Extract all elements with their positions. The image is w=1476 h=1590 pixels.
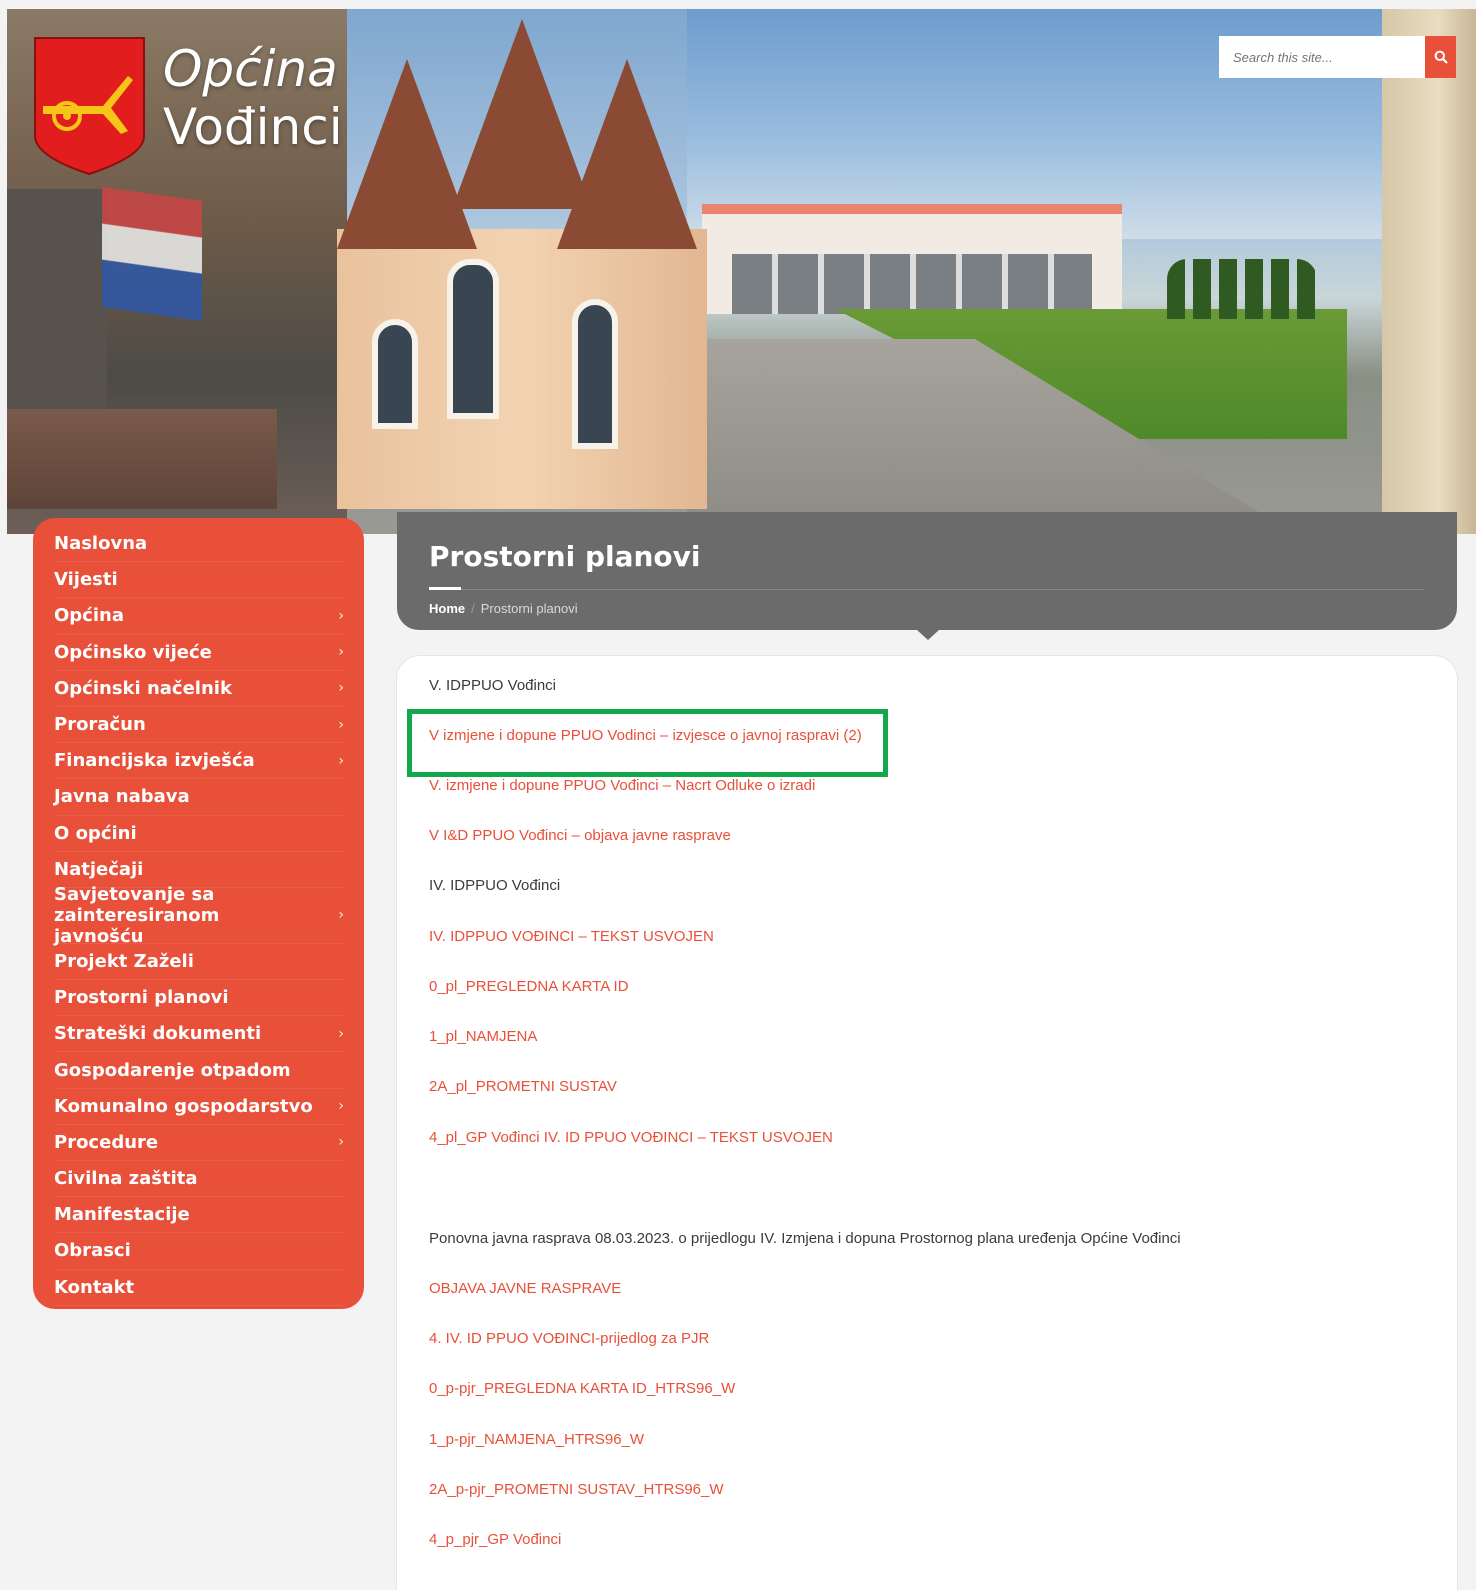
chevron-right-icon: › <box>338 644 344 661</box>
document-link[interactable]: V I&D PPUO Vođinci – objava javne raspra… <box>429 826 731 846</box>
sidebar-item-label: Natječaji <box>54 858 144 880</box>
chevron-right-icon: › <box>338 1098 344 1115</box>
sidebar-item-label: Manifestacije <box>54 1204 190 1226</box>
sidebar-item-komunalno-gospodarstvo[interactable]: Komunalno gospodarstvo › <box>54 1089 344 1125</box>
breadcrumb: Home / Prostorni planovi <box>429 601 578 616</box>
chevron-right-icon: › <box>338 680 344 697</box>
sidebar-item-obrasci[interactable]: Obrasci <box>54 1233 344 1270</box>
content-panel: V. IDPPUO Vođinci V izmjene i dopune PPUO… <box>396 655 1458 1590</box>
document-link[interactable]: 0_pl_PREGLEDNA KARTA ID <box>429 977 629 997</box>
document-link[interactable]: 2A_pl_PROMETNI SUSTAV <box>429 1077 617 1097</box>
sidebar-item-label: Javna nabava <box>54 786 190 808</box>
sidebar-item-manifestacije[interactable]: Manifestacije <box>54 1197 344 1234</box>
sidebar-item-strateski-dokumenti[interactable]: Strateški dokumenti › <box>54 1016 344 1053</box>
sidebar-item-natjecaji[interactable]: Natječaji <box>54 852 344 888</box>
search-button[interactable] <box>1425 36 1456 78</box>
sidebar-item-label: Obrasci <box>54 1240 131 1262</box>
sidebar-item-civilna-zastita[interactable]: Civilna zaštita <box>54 1161 344 1198</box>
sidebar-item-o-opcini[interactable]: O općini <box>54 816 344 852</box>
section-heading: Ponovna javna rasprava 08.03.2023. o pri… <box>429 1230 1181 1247</box>
sidebar-item-savjetovanje-sa-zainteresiranom-javnoscu[interactable]: Savjetovanje sa zainteresiranom javnošću… <box>54 884 344 947</box>
sidebar-item-label: Prostorni planovi <box>54 987 229 1009</box>
search-input[interactable] <box>1219 36 1425 78</box>
sidebar-item-kontakt[interactable]: Kontakt <box>54 1270 344 1306</box>
sidebar-item-label: Savjetovanje sa zainteresiranom javnošću <box>54 883 220 947</box>
chevron-right-icon: › <box>338 906 344 923</box>
sidebar-item-label: Općina <box>54 605 124 627</box>
document-link[interactable]: 1_pl_NAMJENA <box>429 1027 537 1047</box>
breadcrumb-separator: / <box>471 601 475 616</box>
section-heading: V. IDPPUO Vođinci <box>429 677 557 694</box>
sidebar-item-label: O općini <box>54 822 137 844</box>
sidebar-item-label: Strateški dokumenti <box>54 1023 262 1045</box>
sidebar-item-label: Civilna zaštita <box>54 1168 198 1190</box>
sidebar-item-naslovna[interactable]: Naslovna <box>54 526 344 563</box>
sidebar-item-gospodarenje-otpadom[interactable]: Gospodarenje otpadom <box>54 1052 344 1089</box>
page-title: Prostorni planovi <box>429 540 701 573</box>
sidebar-item-opcinski-nacelnik[interactable]: Općinski načelnik › <box>54 671 344 707</box>
sidebar-item-financijska-izvjesca[interactable]: Financijska izvješća › <box>54 743 344 780</box>
sidebar-menu: Naslovna Vijesti Općina › Općinsko vijeće › Op… <box>33 518 364 1309</box>
chevron-right-icon: › <box>338 1025 344 1042</box>
chevron-right-icon: › <box>338 716 344 733</box>
sidebar-item-label: Financijska izvješća <box>54 750 255 772</box>
coat-of-arms-icon <box>34 37 145 176</box>
sidebar-item-opcinsko-vijece[interactable]: Općinsko vijeće › <box>54 635 344 671</box>
section-heading: IV. IDPPUO Vođinci <box>429 877 561 894</box>
sidebar-item-vijesti[interactable]: Vijesti <box>54 562 344 599</box>
search-icon <box>1434 50 1448 64</box>
title-underline <box>429 587 461 590</box>
chevron-right-icon: › <box>338 1134 344 1151</box>
document-link[interactable]: 0_p-pjr_PREGLEDNA KARTA ID_HTRS96_W <box>429 1379 735 1399</box>
chevron-right-icon: › <box>338 607 344 624</box>
breadcrumb-home[interactable]: Home <box>429 601 465 616</box>
page-header: Prostorni planovi Home / Prostorni planovi <box>397 512 1457 640</box>
title-divider <box>429 589 1424 590</box>
document-link[interactable]: 4_p_pjr_GP Vođinci <box>429 1530 561 1550</box>
sidebar-item-label: Procedure <box>54 1131 159 1153</box>
sidebar-item-label: Naslovna <box>54 533 148 555</box>
document-link[interactable]: IV. IDPPUO VOĐINCI – TEKST USVOJEN <box>429 927 714 947</box>
document-link[interactable]: V izmjene i dopune PPUO Vodinci – izvjes… <box>429 726 862 746</box>
sidebar-item-label: Vijesti <box>54 569 118 591</box>
sidebar-item-projekt-zazeli[interactable]: Projekt Zaželi <box>54 944 344 981</box>
sidebar-item-procedure[interactable]: Procedure › <box>54 1125 344 1161</box>
breadcrumb-current: Prostorni planovi <box>480 601 578 616</box>
sidebar-item-label: Općinski načelnik <box>54 677 232 699</box>
sidebar-item-label: Komunalno gospodarstvo <box>54 1095 313 1117</box>
site-logo[interactable]: Općina Vođinci <box>33 36 363 181</box>
document-link[interactable]: OBJAVA JAVNE RASPRAVE <box>429 1279 621 1299</box>
sidebar-item-prostorni-planovi[interactable]: Prostorni planovi <box>54 980 344 1017</box>
sidebar-item-label: Projekt Zaželi <box>54 950 194 972</box>
sidebar-item-label: Općinsko vijeće <box>54 641 212 663</box>
sidebar-item-opcina[interactable]: Općina › <box>54 598 344 635</box>
document-link[interactable]: 4_pl_GP Vođinci IV. ID PPUO VOĐINCI – TE… <box>429 1128 833 1148</box>
chevron-right-icon: › <box>338 752 344 769</box>
sidebar-item-javna-nabava[interactable]: Javna nabava <box>54 779 344 816</box>
document-link[interactable]: V. izmjene i dopune PPUO Vođinci – Nacrt… <box>429 776 815 796</box>
search-box <box>1219 36 1456 78</box>
sidebar-item-label: Gospodarenje otpadom <box>54 1059 291 1081</box>
site-title: Općina Vođinci <box>163 40 343 156</box>
sidebar-item-label: Kontakt <box>54 1276 135 1298</box>
sidebar-item-label: Proračun <box>54 714 146 736</box>
document-link[interactable]: 2A_p-pjr_PROMETNI SUSTAV_HTRS96_W <box>429 1480 724 1500</box>
document-link[interactable]: 1_p-pjr_NAMJENA_HTRS96_W <box>429 1430 644 1450</box>
sidebar-item-proracun[interactable]: Proračun › <box>54 707 344 744</box>
document-link[interactable]: 4. IV. ID PPUO VOĐINCI-prijedlog za PJR <box>429 1329 709 1349</box>
